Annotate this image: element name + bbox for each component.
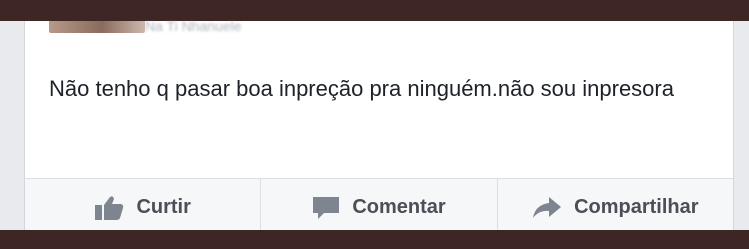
speech-bubble-icon [312, 196, 340, 220]
author-name[interactable]: Na Ti Nhanuele [145, 21, 345, 31]
author-avatar[interactable] [49, 21, 145, 33]
post-card: Na Ti Nhanuele Não tenho q pasar boa inp… [24, 21, 734, 230]
thumbs-up-icon [94, 195, 124, 221]
comment-label: Comentar [352, 196, 446, 218]
share-label: Compartilhar [574, 196, 699, 218]
like-button[interactable]: Curtir [25, 179, 262, 230]
top-frame-bar [0, 0, 749, 21]
feed-background: Na Ti Nhanuele Não tenho q pasar boa inp… [0, 21, 749, 230]
bottom-frame-bar [0, 230, 749, 249]
comment-button[interactable]: Comentar [261, 179, 498, 230]
post-actions-bar: Curtir Comentar Compartilhar [25, 179, 733, 230]
like-label: Curtir [136, 196, 191, 218]
share-arrow-icon [532, 196, 562, 220]
post-text: Não tenho q pasar boa inpreção pra ningu… [49, 76, 674, 101]
share-button[interactable]: Compartilhar [498, 179, 733, 230]
